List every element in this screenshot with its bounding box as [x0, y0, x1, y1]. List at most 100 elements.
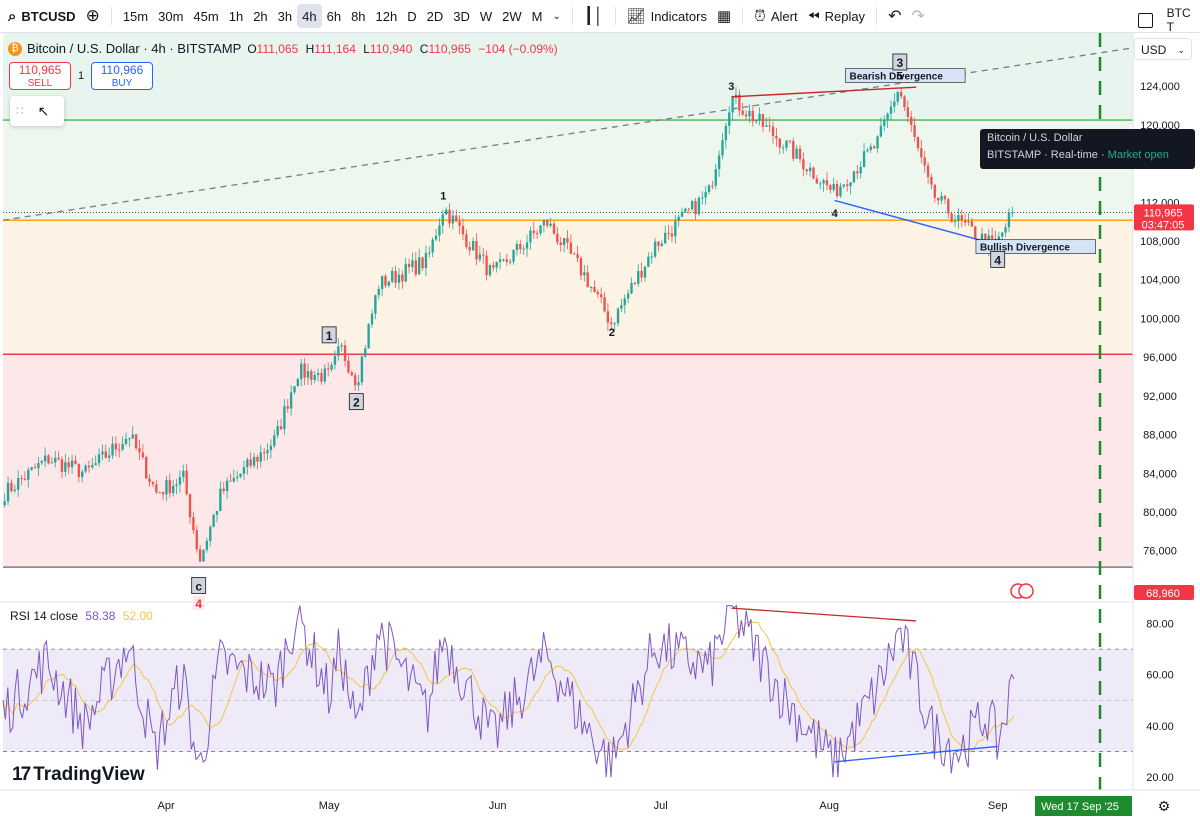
candle-body	[20, 478, 23, 480]
tradingview-wordmark: TradingView	[33, 764, 145, 785]
candle-body	[178, 477, 182, 485]
zone-band	[3, 120, 1133, 221]
candle-body	[138, 448, 141, 453]
candle-body	[316, 373, 320, 376]
tooltip-exchange: BITSTAMP	[987, 149, 1041, 161]
candle-body	[866, 150, 869, 152]
currency-select[interactable]: USD ⌄	[1134, 38, 1192, 60]
candle-body	[596, 291, 599, 295]
candle-body	[637, 271, 640, 284]
candle-body	[380, 276, 384, 290]
rsi-value: 58.38	[85, 609, 116, 623]
candle-body	[653, 241, 657, 257]
candle-body	[377, 289, 380, 296]
candle-body	[684, 208, 687, 212]
candle-body	[650, 256, 653, 258]
candle-body	[74, 460, 77, 464]
candle-body	[50, 462, 54, 464]
candle-body	[805, 169, 808, 172]
candle-body	[819, 183, 822, 185]
chart-canvas[interactable]: Bearish DivergenceBullish Divergence1234…	[0, 0, 1200, 821]
candle-body	[549, 223, 552, 226]
candle-body	[967, 221, 970, 223]
events-flag-icon	[1018, 583, 1034, 599]
candle-body	[407, 263, 411, 268]
candle-body	[643, 266, 647, 278]
candle-body	[771, 126, 775, 137]
candle-body	[498, 259, 502, 262]
rsi-ma-value: 52.00	[122, 609, 153, 623]
candle-body	[259, 452, 262, 462]
tooltip-realtime: Real-time	[1050, 149, 1098, 161]
close-value: 110,965	[428, 41, 471, 56]
candle-body	[67, 462, 70, 468]
candle-body	[54, 457, 57, 463]
candle-body	[212, 514, 215, 527]
price-tick-label: 124,000	[1140, 81, 1180, 93]
candle-body	[731, 97, 734, 113]
candle-body	[717, 155, 721, 170]
candle-body	[91, 465, 94, 468]
candle-body	[10, 482, 13, 492]
candle-body	[124, 438, 128, 445]
candle-body	[101, 451, 104, 455]
candle-body	[573, 253, 576, 255]
candle-body	[401, 274, 404, 282]
candle-body	[303, 363, 306, 378]
candle-body	[620, 305, 623, 309]
cursor-arrow-icon[interactable]: ↖	[38, 103, 50, 120]
candle-body	[114, 443, 118, 450]
currency-label: USD	[1141, 43, 1167, 57]
buy-button[interactable]: 110,966 BUY	[91, 62, 153, 90]
candle-body	[286, 406, 289, 409]
wave-number: 5	[897, 70, 903, 82]
candle-body	[599, 294, 603, 298]
wave-box-number: 4	[994, 253, 1001, 267]
time-badge-text: Wed 17 Sep '25	[1041, 801, 1119, 813]
candle-body	[77, 463, 81, 478]
candle-body	[283, 406, 286, 430]
candle-body	[448, 209, 451, 224]
tooltip-dot: ·	[1044, 149, 1051, 161]
time-tick-label: Apr	[158, 800, 175, 812]
wave-number: 4	[832, 208, 839, 220]
rsi-label: RSI 14 close	[10, 609, 79, 623]
price-tick-label: 96,000	[1143, 352, 1177, 364]
candle-body	[252, 456, 256, 466]
wave-label: 2	[609, 327, 615, 339]
wave-label: 3	[728, 81, 734, 93]
candle-body	[677, 216, 680, 221]
candle-body	[576, 254, 579, 259]
candle-body	[330, 364, 333, 370]
order-quantity[interactable]: 1	[78, 70, 84, 82]
candle-body	[758, 114, 761, 121]
candle-body	[350, 372, 353, 376]
price-tick-label: 108,000	[1140, 236, 1180, 248]
drawing-toolbar[interactable]: ∷ ↖	[10, 96, 64, 126]
candle-body	[626, 293, 630, 299]
candle-body	[347, 360, 350, 373]
candle-body	[879, 125, 883, 137]
candle-body	[242, 467, 246, 474]
sell-button[interactable]: 110,965 SELL	[9, 62, 71, 90]
candle-body	[198, 549, 202, 562]
candle-body	[397, 274, 401, 283]
candle-body	[721, 140, 724, 156]
rsi-tick-label: 80.00	[1146, 618, 1174, 630]
candle-body	[616, 308, 620, 324]
zone-band	[3, 354, 1133, 568]
candle-body	[586, 272, 589, 288]
candle-body	[394, 270, 397, 283]
candle-body	[37, 463, 40, 469]
candle-body	[970, 221, 974, 227]
price-tick-label: 88,000	[1143, 430, 1177, 442]
drag-handle-icon[interactable]: ∷	[16, 104, 24, 118]
candle-body	[438, 225, 441, 236]
candle-body	[872, 146, 876, 149]
candle-body	[337, 346, 340, 356]
candle-body	[990, 235, 994, 239]
candle-body	[630, 282, 633, 294]
candle-body	[276, 426, 279, 436]
candle-body	[906, 107, 910, 117]
bitcoin-logo-icon: ₿	[8, 41, 22, 56]
